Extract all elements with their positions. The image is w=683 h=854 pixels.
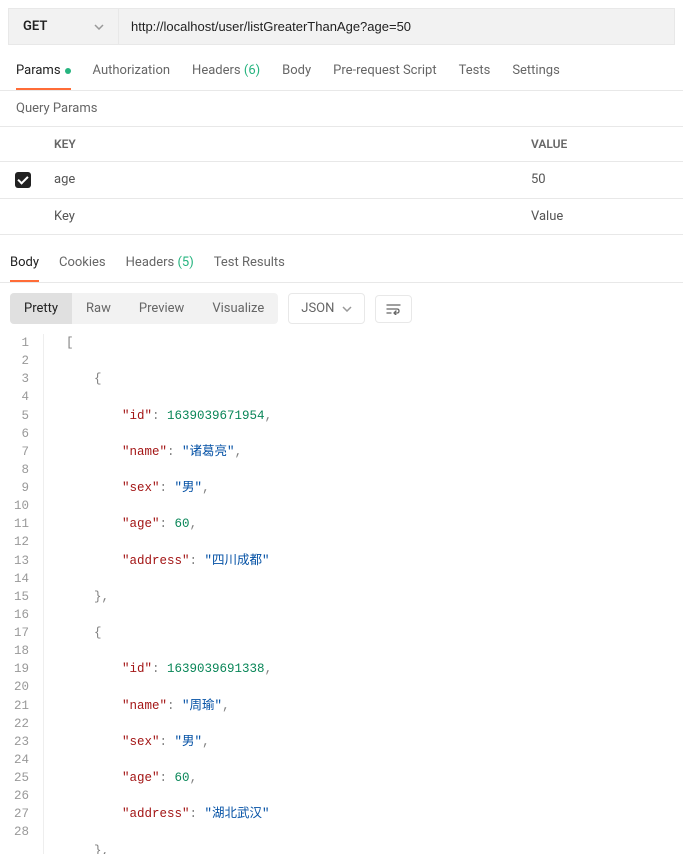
code-body: [ { "id": 1639039671954, "name": "诸葛亮", … [44, 334, 683, 854]
table-row: age 50 [0, 162, 683, 199]
resp-tab-testresults[interactable]: Test Results [214, 245, 285, 282]
table-row-empty: Key Value [0, 199, 683, 235]
checkbox-checked-icon [15, 172, 31, 188]
row-checkbox-empty[interactable] [0, 199, 46, 234]
row-checkbox[interactable] [0, 162, 46, 198]
check-col-header [0, 127, 46, 161]
url-input[interactable] [119, 9, 674, 44]
chevron-down-icon [94, 19, 104, 34]
params-header: KEY VALUE [0, 126, 683, 162]
resp-tab-headers[interactable]: Headers (5) [126, 245, 194, 282]
line-gutter: 1234567891011121314151617181920212223242… [0, 334, 44, 854]
request-tabs: Params Authorization Headers (6) Body Pr… [0, 53, 683, 91]
response-tabs: Body Cookies Headers (5) Test Results [0, 245, 683, 283]
chevron-down-icon [342, 306, 352, 312]
method-select[interactable]: GET [9, 9, 119, 44]
param-value[interactable]: 50 [523, 162, 683, 198]
tab-params[interactable]: Params [16, 53, 71, 90]
wrap-lines-button[interactable] [375, 295, 412, 323]
tab-authorization[interactable]: Authorization [93, 53, 171, 90]
code-view[interactable]: 1234567891011121314151617181920212223242… [0, 334, 683, 854]
format-select[interactable]: JSON [288, 293, 365, 324]
tab-tests[interactable]: Tests [459, 53, 491, 90]
view-pretty-button[interactable]: Pretty [10, 293, 72, 324]
value-header: VALUE [523, 127, 683, 161]
view-raw-button[interactable]: Raw [72, 293, 125, 324]
key-header: KEY [46, 127, 523, 161]
query-params-label: Query Params [0, 91, 683, 126]
response-controls: Pretty Raw Preview Visualize JSON [0, 283, 683, 334]
param-key[interactable]: age [46, 162, 523, 198]
params-table: KEY VALUE age 50 Key Value [0, 126, 683, 235]
resp-tab-cookies[interactable]: Cookies [59, 245, 106, 282]
view-preview-button[interactable]: Preview [125, 293, 198, 324]
tab-headers[interactable]: Headers (6) [192, 53, 260, 90]
request-bar: GET [8, 8, 675, 45]
param-value-placeholder[interactable]: Value [523, 199, 683, 234]
tab-body[interactable]: Body [282, 53, 311, 90]
view-visualize-button[interactable]: Visualize [198, 293, 278, 324]
view-group: Pretty Raw Preview Visualize [10, 293, 278, 324]
dot-indicator [65, 68, 71, 74]
tab-prerequest[interactable]: Pre-request Script [333, 53, 436, 90]
tab-settings[interactable]: Settings [512, 53, 559, 90]
response-section: Body Cookies Headers (5) Test Results Pr… [0, 245, 683, 854]
param-key-placeholder[interactable]: Key [46, 199, 523, 234]
resp-tab-body[interactable]: Body [10, 245, 39, 282]
method-text: GET [23, 19, 94, 34]
wrap-icon [386, 303, 401, 315]
